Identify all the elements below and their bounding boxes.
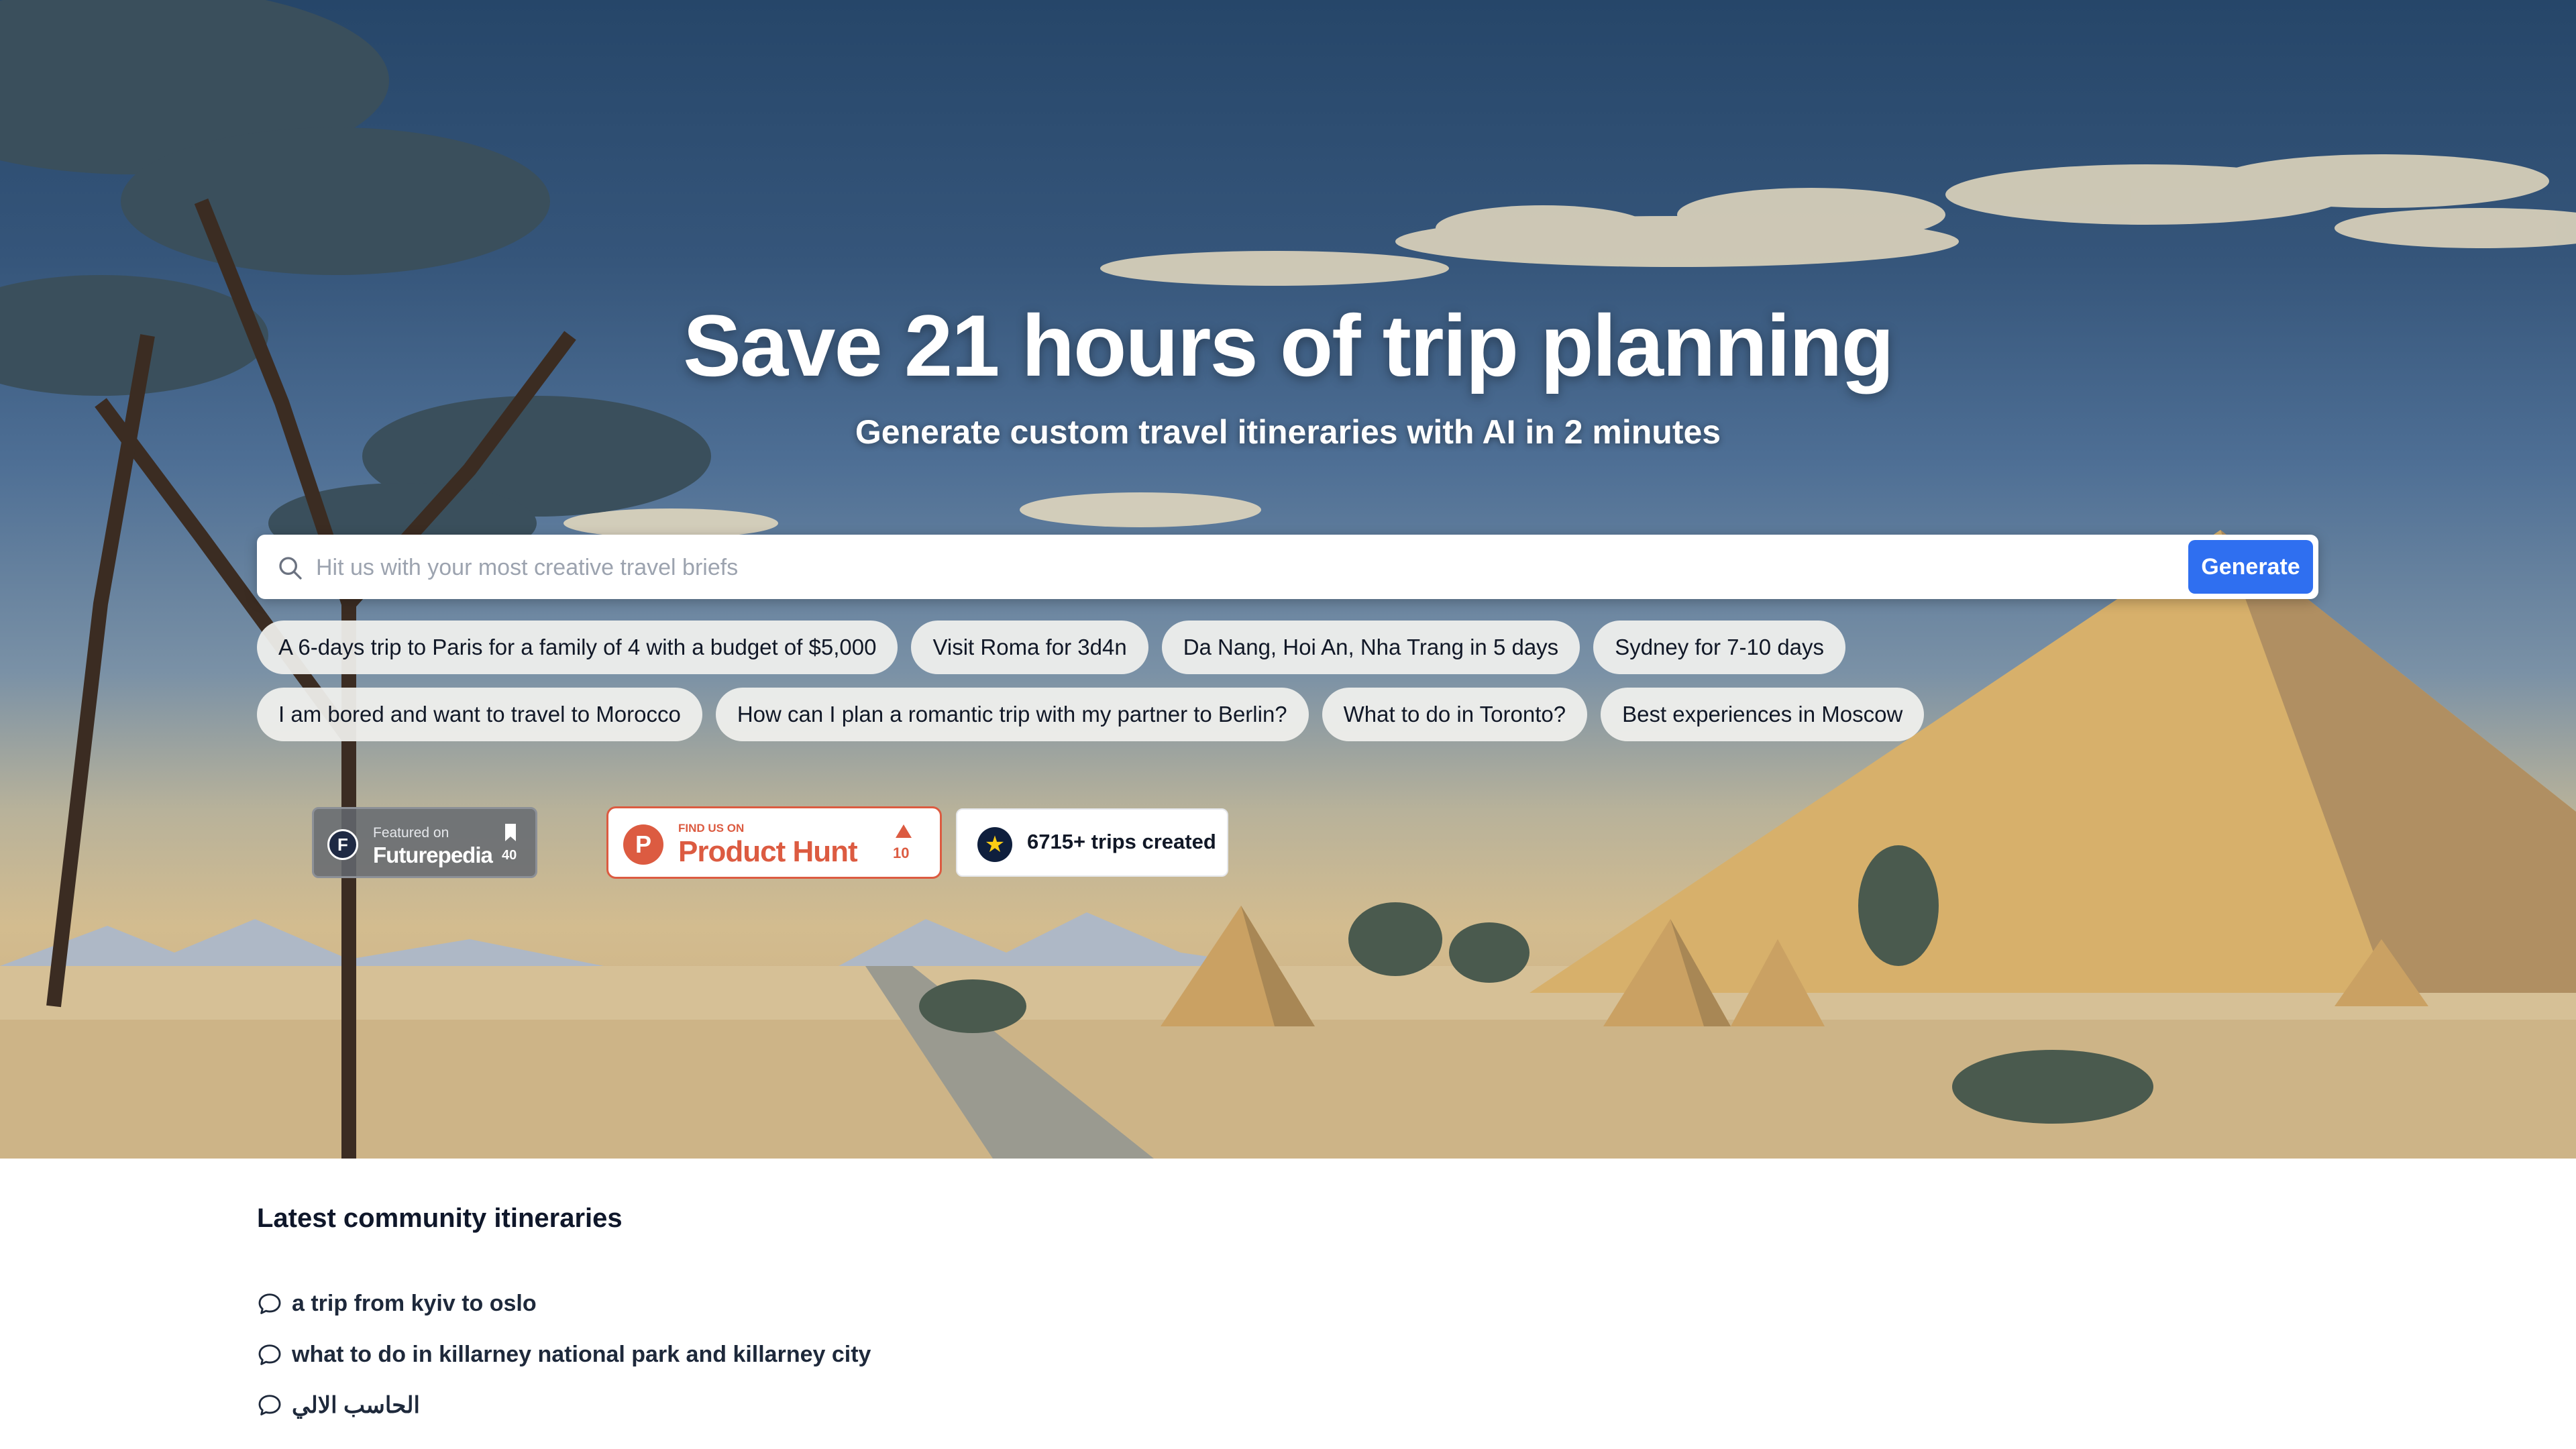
- chat-bubble-icon: [258, 1344, 281, 1365]
- suggestion-chip[interactable]: Best experiences in Moscow: [1601, 688, 1925, 741]
- search-icon: [279, 557, 302, 580]
- suggestion-chip[interactable]: I am bored and want to travel to Morocco: [257, 688, 702, 741]
- itinerary-text: a trip from kyiv to oslo: [292, 1291, 537, 1316]
- suggestion-row-1: A 6-days trip to Paris for a family of 4…: [257, 621, 1846, 674]
- chat-bubble-icon: [258, 1293, 281, 1314]
- itinerary-text: الحاسب الالي: [292, 1393, 420, 1418]
- generate-button[interactable]: Generate: [2188, 540, 2313, 594]
- hero-subtitle: Generate custom travel itineraries with …: [855, 413, 1721, 451]
- itinerary-link[interactable]: what to do in killarney national park an…: [257, 1342, 871, 1368]
- hero-title: Save 21 hours of trip planning: [683, 297, 1894, 394]
- trips-created-text: 6715+ trips created: [1027, 830, 1216, 853]
- trips-created-badge: ★ 6715+ trips created: [956, 808, 1228, 877]
- producthunt-name: Product Hunt: [678, 835, 858, 868]
- futurepedia-badge[interactable]: F Featured on Futurepedia 40: [312, 807, 537, 878]
- producthunt-count: 10: [893, 845, 910, 861]
- suggestion-chip[interactable]: How can I plan a romantic trip with my p…: [715, 688, 1309, 741]
- chat-bubble-icon: [258, 1395, 281, 1415]
- itinerary-link[interactable]: الحاسب الالي: [257, 1392, 420, 1419]
- bookmark-icon: [505, 824, 516, 841]
- suggestion-chip[interactable]: Da Nang, Hoi An, Nha Trang in 5 days: [1161, 621, 1580, 674]
- producthunt-find-label: FIND US ON: [678, 822, 745, 835]
- search-input[interactable]: [315, 540, 2169, 595]
- futurepedia-name: Futurepedia: [373, 843, 493, 867]
- suggestion-chip[interactable]: Sydney for 7-10 days: [1593, 621, 1846, 674]
- hero-section: Save 21 hours of trip planning Generate …: [0, 0, 2576, 1159]
- star-icon: ★: [977, 827, 1012, 862]
- itinerary-text: what to do in killarney national park an…: [292, 1342, 871, 1367]
- suggestion-chip[interactable]: A 6-days trip to Paris for a family of 4…: [257, 621, 898, 674]
- upvote-icon: [896, 824, 912, 838]
- futurepedia-featured-label: Featured on: [373, 825, 449, 841]
- suggestion-chip[interactable]: What to do in Toronto?: [1322, 688, 1588, 741]
- producthunt-logo-icon: P: [623, 824, 663, 865]
- suggestion-chip[interactable]: Visit Roma for 3d4n: [911, 621, 1148, 674]
- futurepedia-count: 40: [502, 848, 517, 863]
- futurepedia-logo-icon: F: [327, 829, 358, 860]
- community-section-title: Latest community itineraries: [257, 1203, 623, 1233]
- producthunt-badge[interactable]: P FIND US ON Product Hunt 10: [606, 806, 942, 879]
- suggestion-row-2: I am bored and want to travel to Morocco…: [257, 688, 1925, 741]
- itinerary-link[interactable]: a trip from kyiv to oslo: [257, 1291, 537, 1317]
- search-bar: Generate: [257, 535, 2318, 599]
